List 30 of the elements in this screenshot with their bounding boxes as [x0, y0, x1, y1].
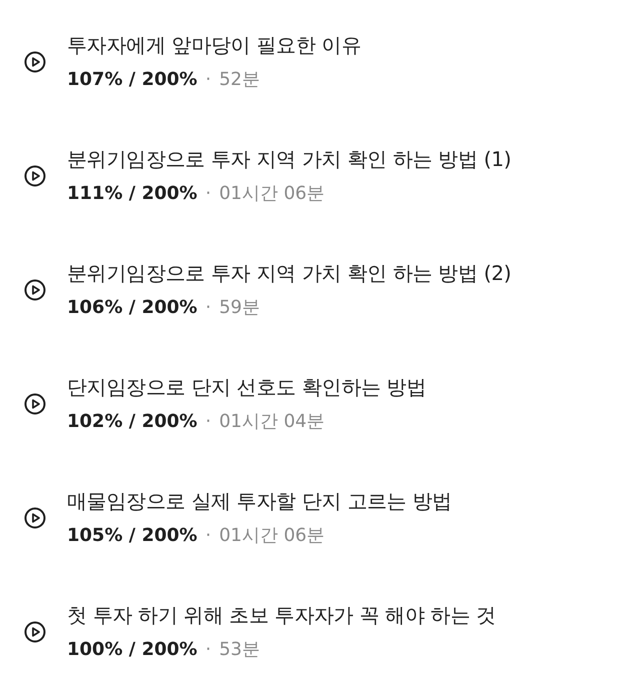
separator-dot: ·: [205, 410, 212, 432]
progress-text: 105% / 200%: [67, 524, 198, 546]
separator-dot: ·: [205, 296, 212, 318]
lesson-title[interactable]: 첫 투자 하기 위해 초보 투자자가 꼭 해야 하는 것: [67, 602, 496, 629]
duration-text: 53분: [219, 638, 260, 661]
progress-text: 111% / 200%: [67, 182, 198, 204]
lesson-title[interactable]: 투자자에게 앞마당이 필요한 이유: [67, 32, 361, 59]
progress-text: 100% / 200%: [67, 638, 198, 660]
lesson-title[interactable]: 분위기임장으로 투자 지역 가치 확인 하는 방법 (1): [67, 146, 512, 173]
progress-text: 102% / 200%: [67, 410, 198, 432]
duration-text: 59분: [219, 296, 260, 319]
progress-text: 107% / 200%: [67, 68, 198, 90]
lesson-title[interactable]: 매물임장으로 실제 투자할 단지 고르는 방법: [67, 488, 452, 515]
separator-dot: ·: [205, 68, 212, 90]
separator-dot: ·: [205, 524, 212, 546]
separator-dot: ·: [205, 638, 212, 660]
lesson-title[interactable]: 분위기임장으로 투자 지역 가치 확인 하는 방법 (2): [67, 260, 512, 287]
separator-dot: ·: [205, 182, 212, 204]
play-icon[interactable]: [24, 506, 46, 528]
duration-text: 01시간 06분: [219, 524, 325, 547]
play-icon[interactable]: [24, 50, 46, 72]
play-icon[interactable]: [24, 164, 46, 186]
duration-text: 52분: [219, 68, 260, 91]
lesson-title[interactable]: 단지임장으로 단지 선호도 확인하는 방법: [67, 374, 426, 401]
play-icon[interactable]: [24, 392, 46, 414]
duration-text: 01시간 04분: [219, 410, 325, 433]
progress-text: 106% / 200%: [67, 296, 198, 318]
play-icon[interactable]: [24, 278, 46, 300]
play-icon[interactable]: [24, 620, 46, 642]
duration-text: 01시간 06분: [219, 182, 325, 205]
